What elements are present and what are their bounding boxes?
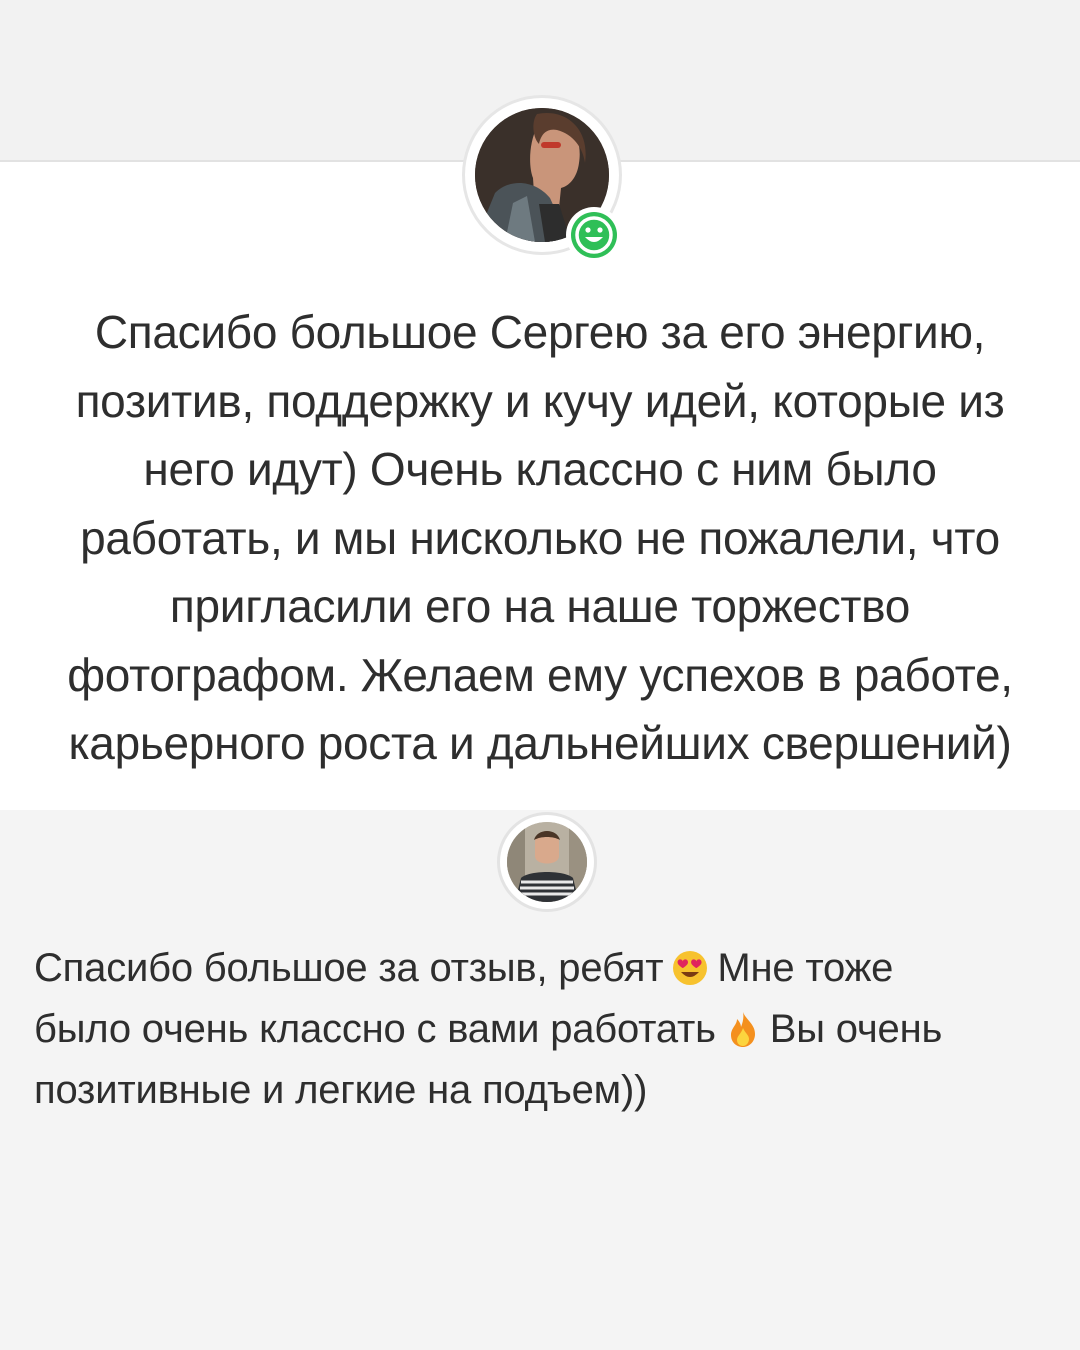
smiley-badge: [566, 207, 622, 263]
smiley-icon: [571, 212, 617, 258]
reply-line-3: позитивные и легкие на подъем)): [34, 1068, 648, 1112]
review-line: пригласили его на наше торжество: [169, 580, 911, 632]
review-line: фотографом. Желаем ему успехов в работе,: [67, 648, 1013, 701]
fire-emoji-icon: [724, 1005, 762, 1047]
review-line: позитив, поддержку и кучу идей, которые …: [75, 374, 1005, 427]
reply-line-1: Спасибо большое за отзыв, ребят Мне тоже: [34, 938, 1054, 999]
reply-line-2: было очень классно с вами работать Вы оч…: [34, 999, 1054, 1060]
photographer-avatar[interactable]: [497, 812, 597, 912]
reply-text-segment: Мне тоже: [717, 946, 894, 990]
heart-eyes-emoji-icon: [671, 944, 709, 985]
reply-text-segment: Вы очень: [769, 1007, 943, 1051]
review-line: карьерного роста и дальнейших свершений): [68, 717, 1012, 769]
review-text: Спасибо большое Сергею за его энергию, п…: [30, 298, 1050, 778]
reply-text-segment: Спасибо большое за отзыв, ребят: [34, 946, 664, 990]
review-line: него идут) Очень классно с ним было: [143, 443, 937, 495]
photographer-photo: [507, 822, 587, 902]
review-line: Спасибо большое Сергею за его энергию,: [94, 306, 986, 358]
review-line: работать, и мы нисколько не пожалели, чт…: [80, 511, 1000, 564]
reply-text: Спасибо большое за отзыв, ребят Мне тоже…: [34, 938, 1054, 1121]
reply-text-segment: было очень классно с вами работать: [34, 1007, 716, 1051]
